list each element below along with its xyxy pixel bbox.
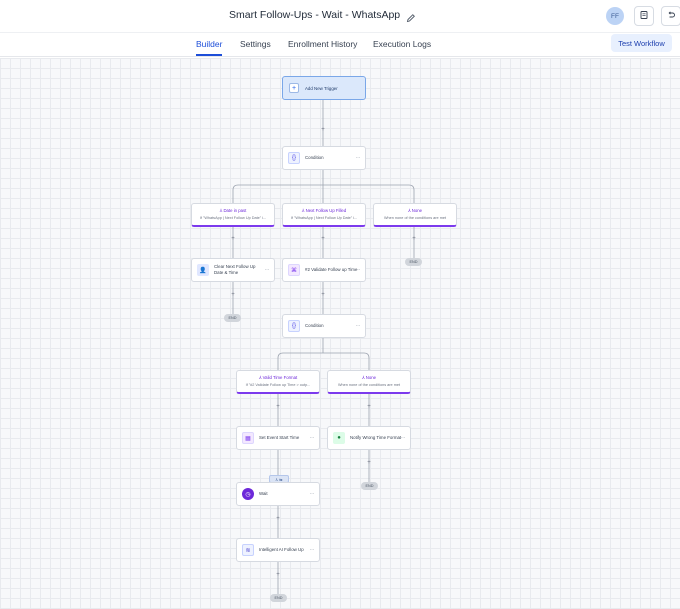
add-step-plus-icon[interactable]: + <box>275 404 281 410</box>
calendar-icon: ▦ <box>242 432 254 444</box>
add-step-plus-icon[interactable]: + <box>230 236 236 242</box>
end-marker: END <box>361 482 378 490</box>
condition-node[interactable]: {} Condition ··· <box>282 146 366 170</box>
add-step-plus-icon[interactable]: + <box>411 236 417 242</box>
more-options-icon[interactable]: ··· <box>356 323 361 329</box>
action-notify-wrong-time-format[interactable]: ● Notify Wrong Time Format ··· <box>327 426 411 450</box>
add-step-plus-icon[interactable]: + <box>320 236 326 242</box>
end-marker: END <box>405 258 422 266</box>
braces-icon: {} <box>288 320 300 332</box>
condition-node[interactable]: {} Condition ··· <box>282 314 366 338</box>
add-step-plus-icon[interactable]: + <box>366 460 372 466</box>
action-validate-follow-up-time[interactable]: ⌘ #2 Validate Follow up Time ··· <box>282 258 366 282</box>
action-clear-follow-up-date[interactable]: 👤 Clear Next Follow Up Date & Time ··· <box>191 258 275 282</box>
add-step-plus-icon[interactable]: + <box>320 127 326 133</box>
branch-none[interactable]: ⅄ None When none of the conditions are m… <box>373 203 457 227</box>
add-step-plus-icon[interactable]: + <box>230 292 236 298</box>
braces-icon: {} <box>288 152 300 164</box>
action-set-event-start-time[interactable]: ▦ Set Event Start Time ··· <box>236 426 320 450</box>
add-new-trigger[interactable]: + Add New Trigger <box>282 76 366 100</box>
clock-icon: ◷ <box>242 488 254 500</box>
more-options-icon[interactable]: ··· <box>310 435 315 441</box>
action-intelligent-ai-follow-up[interactable]: ≋ Intelligent AI Follow Up ··· <box>236 538 320 562</box>
chat-icon: ● <box>333 432 345 444</box>
add-step-plus-icon[interactable]: + <box>275 572 281 578</box>
branch-next-follow-up-filled[interactable]: ⅄ Next Follow Up Filled If "WhatsApp | N… <box>282 203 366 227</box>
action-wait[interactable]: ◷ Wait ··· <box>236 482 320 506</box>
add-step-plus-icon[interactable]: + <box>366 404 372 410</box>
plus-icon: + <box>289 83 299 93</box>
more-options-icon[interactable]: ··· <box>356 267 361 273</box>
branch-none[interactable]: ⅄ None When none of the conditions are m… <box>327 370 411 394</box>
add-step-plus-icon[interactable]: + <box>275 516 281 522</box>
feed-icon: ≋ <box>242 544 254 556</box>
more-options-icon[interactable]: ··· <box>310 491 315 497</box>
end-marker: END <box>224 314 241 322</box>
more-options-icon[interactable]: ··· <box>356 155 361 161</box>
user-contact-icon: 👤 <box>197 264 209 276</box>
more-options-icon[interactable]: ··· <box>265 267 270 273</box>
end-marker: END <box>270 594 287 602</box>
code-icon: ⌘ <box>288 264 300 276</box>
more-options-icon[interactable]: ··· <box>401 435 406 441</box>
more-options-icon[interactable]: ··· <box>310 547 315 553</box>
add-step-plus-icon[interactable]: + <box>320 292 326 298</box>
branch-valid-time-format[interactable]: ⅄ Valid Time Format If "#2 Validate Foll… <box>236 370 320 394</box>
branch-date-in-past[interactable]: ⅄ Date in past If "WhatsApp | Next Follo… <box>191 203 275 227</box>
